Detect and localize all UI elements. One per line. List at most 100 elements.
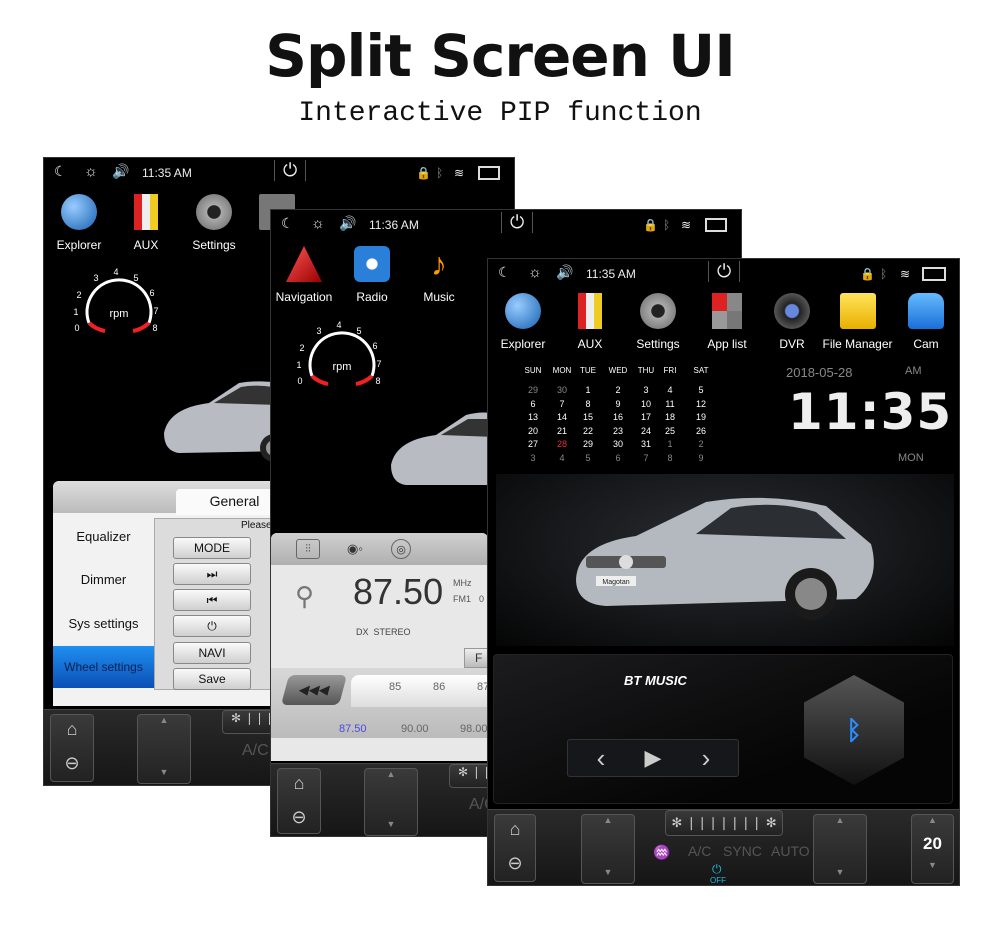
preset-1[interactable]: 87.50 bbox=[339, 723, 367, 735]
volume-icon[interactable]: 🔊 bbox=[339, 215, 356, 232]
home-icon[interactable]: ⌂ bbox=[278, 773, 320, 794]
calendar-day[interactable]: 7 bbox=[634, 453, 658, 463]
calendar-day[interactable]: 19 bbox=[689, 412, 713, 422]
calendar-day[interactable]: 16 bbox=[606, 412, 630, 422]
calendar-day[interactable]: 29 bbox=[576, 439, 600, 449]
calendar-day[interactable]: 11 bbox=[658, 399, 682, 409]
ac-button[interactable]: A/C bbox=[688, 843, 711, 859]
app-explorer[interactable]: Explorer bbox=[488, 293, 558, 351]
ac-label[interactable]: A/C bbox=[242, 742, 269, 760]
play-button[interactable]: ▶ bbox=[640, 744, 666, 772]
recent-apps-icon[interactable] bbox=[922, 267, 946, 281]
radar-icon[interactable]: ◎ bbox=[391, 539, 411, 559]
app-explorer[interactable]: Explorer bbox=[44, 194, 114, 252]
power-button[interactable]: ⏻ bbox=[173, 615, 251, 637]
app-app-list[interactable]: App list bbox=[692, 293, 762, 351]
calendar-day[interactable]: 31 bbox=[634, 439, 658, 449]
tuning-scale[interactable] bbox=[351, 675, 491, 707]
brightness-icon[interactable]: ☼ bbox=[311, 215, 325, 232]
night-mode-icon[interactable]: ☾ bbox=[498, 264, 511, 281]
calendar-day[interactable]: 7 bbox=[550, 399, 574, 409]
night-mode-icon[interactable]: ☾ bbox=[54, 163, 67, 180]
calendar-day[interactable]: 12 bbox=[689, 399, 713, 409]
calendar-day[interactable]: 4 bbox=[658, 385, 682, 395]
app-aux[interactable]: AUX bbox=[555, 293, 625, 351]
back-icon[interactable]: ⊖ bbox=[51, 753, 93, 774]
calendar-day[interactable]: 8 bbox=[658, 453, 682, 463]
calendar-day[interactable]: 13 bbox=[521, 412, 545, 422]
volume-icon[interactable]: 🔊 bbox=[556, 264, 573, 281]
app-cam[interactable]: Cam bbox=[891, 293, 959, 351]
night-mode-icon[interactable]: ☾ bbox=[281, 215, 294, 232]
calendar-day[interactable]: 8 bbox=[576, 399, 600, 409]
search-icon[interactable]: ⚲ bbox=[295, 581, 314, 612]
auto-button[interactable]: AUTO bbox=[771, 843, 810, 859]
right-temp-control[interactable]: ▲ ▼ bbox=[813, 814, 867, 884]
calendar-day[interactable]: 17 bbox=[634, 412, 658, 422]
calendar-day[interactable]: 18 bbox=[658, 412, 682, 422]
home-icon[interactable]: ⌂ bbox=[495, 819, 535, 840]
app-settings[interactable]: Settings bbox=[179, 194, 249, 252]
climate-power-icon[interactable]: ⏻ bbox=[712, 862, 722, 877]
prev-track-button[interactable]: ⏮ bbox=[173, 589, 251, 611]
calendar-day[interactable]: 1 bbox=[576, 385, 600, 395]
seek-back-button[interactable]: ◀◀◀ bbox=[280, 675, 348, 705]
menu-sys-settings[interactable]: Sys settings bbox=[53, 616, 154, 631]
calendar-day[interactable]: 2 bbox=[689, 439, 713, 449]
calendar-day[interactable]: 30 bbox=[606, 439, 630, 449]
app-dvr[interactable]: DVR bbox=[757, 293, 827, 351]
calendar-day[interactable]: 3 bbox=[521, 453, 545, 463]
calendar-day[interactable]: 1 bbox=[658, 439, 682, 449]
calendar-day[interactable]: 22 bbox=[576, 426, 600, 436]
app-file-manager[interactable]: File Manager bbox=[820, 293, 895, 351]
calendar-day[interactable]: 14 bbox=[550, 412, 574, 422]
equalizer-icon[interactable]: ⫶⫶ bbox=[296, 539, 320, 559]
next-track-button[interactable]: ⏭ bbox=[173, 563, 251, 585]
calendar-day[interactable]: 20 bbox=[521, 426, 545, 436]
temperature-control[interactable]: ▲ 20 ▼ bbox=[911, 814, 954, 884]
menu-dimmer[interactable]: Dimmer bbox=[53, 572, 154, 587]
brightness-icon[interactable]: ☼ bbox=[528, 264, 542, 281]
calendar-day[interactable]: 5 bbox=[689, 385, 713, 395]
calendar-day[interactable]: 29 bbox=[521, 385, 545, 395]
fan-level-slider[interactable]: ✻ ❘❘❘❘❘❘❘ ✻ bbox=[665, 810, 783, 836]
app-aux[interactable]: AUX bbox=[111, 194, 181, 252]
calendar-day[interactable]: 10 bbox=[634, 399, 658, 409]
brightness-icon[interactable]: ☼ bbox=[84, 163, 98, 180]
recent-apps-icon[interactable] bbox=[478, 166, 500, 180]
previous-button[interactable]: ‹ bbox=[588, 743, 614, 773]
next-button[interactable]: › bbox=[693, 743, 719, 773]
save-button[interactable]: Save bbox=[173, 668, 251, 690]
power-icon[interactable]: ⏻ bbox=[708, 261, 741, 282]
recent-apps-icon[interactable] bbox=[705, 218, 727, 232]
defrost-icon[interactable]: ♒ bbox=[653, 844, 670, 861]
calendar-day[interactable]: 5 bbox=[576, 453, 600, 463]
calendar-day-today[interactable]: 28 bbox=[550, 439, 574, 449]
calendar-day[interactable]: 26 bbox=[689, 426, 713, 436]
app-navigation[interactable]: Navigation bbox=[271, 246, 339, 304]
calendar-day[interactable]: 9 bbox=[689, 453, 713, 463]
calendar-day[interactable]: 9 bbox=[606, 399, 630, 409]
home-icon[interactable]: ⌂ bbox=[51, 719, 93, 740]
navi-button[interactable]: NAVI bbox=[173, 642, 251, 664]
left-temp-control[interactable]: ▲ ▼ bbox=[581, 814, 635, 884]
back-icon[interactable]: ⊖ bbox=[495, 853, 535, 874]
calendar-day[interactable]: 6 bbox=[606, 453, 630, 463]
calendar-day[interactable]: 6 bbox=[521, 399, 545, 409]
fan-speed-control[interactable]: ▲ ▼ bbox=[137, 714, 191, 784]
calendar-day[interactable]: 30 bbox=[550, 385, 574, 395]
preset-3[interactable]: 98.00 bbox=[460, 723, 488, 735]
app-settings[interactable]: Settings bbox=[623, 293, 693, 351]
app-radio[interactable]: Radio bbox=[337, 246, 407, 304]
calendar-day[interactable]: 27 bbox=[521, 439, 545, 449]
calendar-day[interactable]: 25 bbox=[658, 426, 682, 436]
power-icon[interactable]: ⏻ bbox=[501, 212, 534, 233]
power-icon[interactable]: ⏻ bbox=[274, 160, 307, 181]
app-music[interactable]: ♪ Music bbox=[404, 246, 474, 304]
calendar-day[interactable]: 4 bbox=[550, 453, 574, 463]
calendar-day[interactable]: 23 bbox=[606, 426, 630, 436]
menu-equalizer[interactable]: Equalizer bbox=[53, 529, 154, 544]
calendar-day[interactable]: 15 bbox=[576, 412, 600, 422]
calendar-day[interactable]: 3 bbox=[634, 385, 658, 395]
preset-2[interactable]: 90.00 bbox=[401, 723, 429, 735]
